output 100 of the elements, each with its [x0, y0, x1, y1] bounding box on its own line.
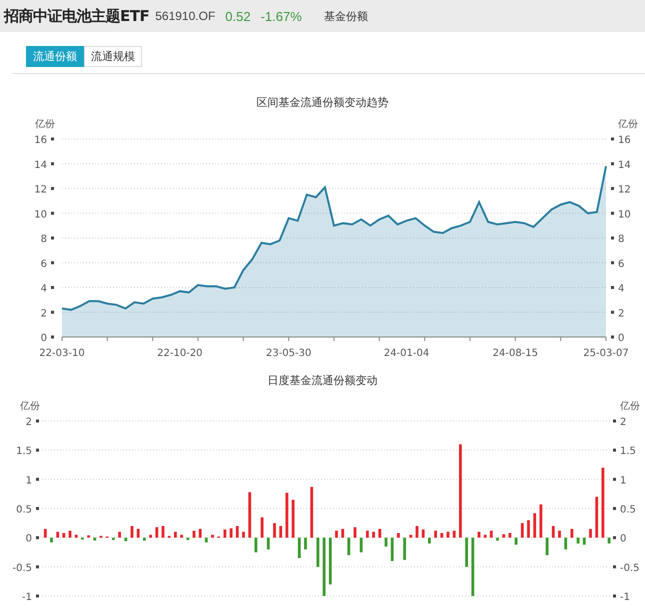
bar: [608, 538, 610, 544]
axis-unit-label: 亿份: [618, 119, 638, 130]
bar: [478, 532, 480, 538]
bar: [198, 528, 202, 538]
axis-unit-label: 亿份: [20, 401, 40, 412]
price-value: 0.52: [225, 8, 251, 24]
bar: [316, 538, 320, 567]
bar: [230, 528, 232, 538]
bar: [266, 538, 270, 550]
axis-tick-label: 2: [26, 417, 32, 428]
bar: [149, 534, 152, 538]
chart-title: 区间基金流通份额变动趋势: [256, 95, 390, 111]
axis-tick-label: -0.5: [620, 562, 640, 574]
bar: [118, 532, 121, 538]
bar: [130, 526, 134, 538]
axis-tick-label: 1: [620, 475, 626, 486]
bar: [390, 538, 394, 561]
bar: [136, 528, 140, 538]
bar: [260, 517, 264, 538]
bar: [112, 538, 115, 540]
bar: [162, 526, 164, 538]
axis-tick-label: 23-05-30: [266, 348, 312, 359]
bar: [471, 538, 474, 596]
axis-tick-label: 1: [26, 475, 32, 486]
bar: [174, 532, 177, 538]
bar: [143, 538, 146, 541]
bar: [192, 530, 196, 538]
bar: [570, 528, 574, 538]
axis-tick-label: 16: [34, 135, 47, 146]
bar: [366, 530, 369, 538]
bar: [490, 530, 493, 538]
bar: [465, 538, 468, 567]
bar: [328, 538, 332, 584]
bar: [354, 527, 356, 538]
bar: [540, 504, 542, 538]
fund-title: 招商中证电池主题ETF: [4, 6, 150, 26]
axis-tick-label: -0.5: [12, 562, 32, 574]
bar: [310, 486, 314, 538]
axis-tick-label: 0: [620, 534, 626, 545]
bar: [254, 538, 258, 552]
bar: [68, 530, 72, 538]
bar: [155, 527, 158, 538]
bar: [56, 532, 60, 538]
bar: [242, 532, 245, 538]
bar: [236, 526, 239, 538]
axis-tick-label: 24-01-04: [384, 348, 430, 359]
axis-tick-label: 24-08-15: [492, 348, 538, 359]
tab[interactable]: 流通规模: [84, 46, 142, 67]
bar: [589, 528, 592, 538]
axis-tick-label: 6: [40, 258, 47, 270]
axis-unit-label: 亿份: [35, 119, 55, 130]
axis-tick-label: 8: [40, 234, 47, 245]
bar: [341, 528, 344, 538]
bar: [248, 492, 252, 538]
bar: [100, 536, 102, 538]
axis-tick-label: 8: [618, 234, 624, 245]
axis-tick-label: 0: [618, 333, 624, 344]
bar: [93, 538, 96, 541]
axis-tick-label: 0: [26, 534, 32, 545]
bar: [304, 538, 307, 550]
bar: [204, 538, 208, 542]
axis-tick-label: 12: [34, 184, 47, 196]
bar: [87, 535, 90, 538]
axis-tick-label: 4: [618, 284, 624, 294]
axis-tick-label: 1.5: [620, 446, 636, 458]
bar: [180, 534, 183, 538]
axis-tick-label: 1.5: [16, 446, 32, 458]
axis-tick-label: 0: [40, 333, 47, 344]
bar: [496, 538, 499, 541]
bar: [360, 538, 363, 552]
bar: [582, 538, 586, 545]
bar: [514, 538, 518, 545]
bar: [602, 468, 604, 538]
bar: [224, 530, 226, 538]
bar: [558, 530, 561, 538]
change-percent: -1.67%: [260, 8, 302, 24]
axis-tick-label: 2: [40, 308, 47, 320]
bar: [416, 526, 418, 538]
bar: [409, 534, 412, 538]
bar: [298, 538, 301, 558]
section-label: 基金份额: [324, 8, 368, 24]
bar: [595, 496, 598, 538]
bar: [378, 528, 382, 538]
bar: [452, 530, 456, 538]
axis-tick-label: -1: [22, 592, 32, 603]
bar: [397, 533, 400, 538]
fund-code: 561910.OF: [155, 9, 216, 23]
axis-tick-label: 25-03-07: [583, 348, 629, 359]
bar: [74, 534, 78, 538]
bar: [576, 538, 580, 544]
axis-tick-label: 6: [618, 258, 624, 270]
bar: [440, 533, 444, 538]
axis-tick-label: 14: [618, 160, 631, 171]
bar: [335, 530, 338, 538]
bar: [527, 520, 530, 538]
bar: [273, 523, 276, 538]
bar: [124, 538, 128, 542]
bar: [552, 526, 555, 538]
bar: [286, 492, 288, 538]
bar: [322, 538, 326, 596]
